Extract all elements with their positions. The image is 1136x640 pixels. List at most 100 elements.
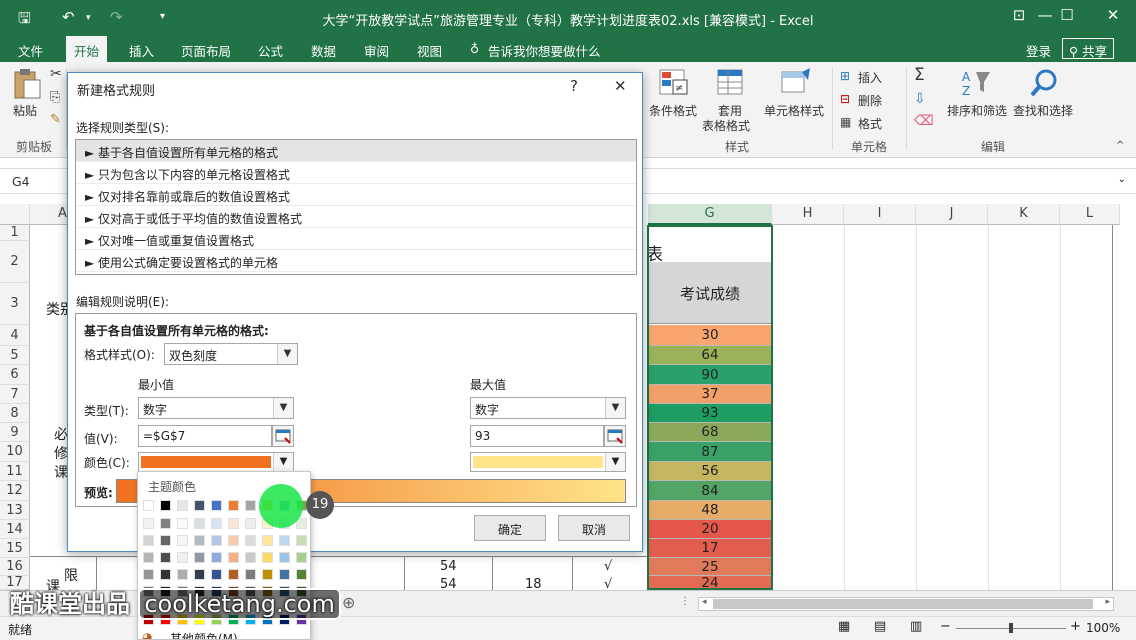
format-cells-icon[interactable]: ▦	[840, 115, 851, 129]
color-swatch[interactable]	[262, 535, 273, 546]
sort-filter-button[interactable]: 排序和筛选	[947, 102, 1007, 119]
row-header[interactable]: 3	[0, 283, 30, 325]
color-swatch[interactable]	[160, 535, 171, 546]
max-type-select[interactable]: 数字 ▼	[470, 397, 626, 419]
row-header[interactable]: 15	[0, 539, 30, 558]
paste-button[interactable]: 粘贴	[13, 102, 37, 119]
color-swatch[interactable]	[177, 518, 188, 529]
color-swatch[interactable]	[143, 535, 154, 546]
scrollbar-thumb[interactable]	[713, 599, 1093, 609]
zoom-in-icon[interactable]: +	[1070, 619, 1081, 634]
column-header-g[interactable]: G	[648, 204, 772, 225]
tab-home[interactable]: 开始	[66, 36, 108, 62]
color-swatch[interactable]	[194, 552, 205, 563]
row-header[interactable]: 4	[0, 325, 30, 346]
share-button[interactable]: ⚲ 共享	[1062, 38, 1115, 59]
conditional-format-icon[interactable]: ≠	[658, 68, 690, 98]
normal-view-icon[interactable]: ▦	[838, 619, 850, 634]
max-value-input[interactable]: 93	[470, 425, 604, 447]
cancel-button[interactable]: 取消	[558, 515, 630, 541]
color-swatch[interactable]	[160, 569, 171, 580]
color-swatch[interactable]	[245, 500, 256, 511]
color-swatch[interactable]	[160, 518, 171, 529]
column-header-l[interactable]: L	[1060, 204, 1120, 225]
add-sheet-icon[interactable]: ⊕	[342, 593, 355, 612]
row-header[interactable]: 5	[0, 346, 30, 365]
zoom-level[interactable]: 100%	[1086, 621, 1120, 635]
delete-cells-icon[interactable]: ⊟	[840, 92, 850, 106]
color-swatch[interactable]	[177, 552, 188, 563]
color-swatch[interactable]	[245, 535, 256, 546]
color-swatch[interactable]	[245, 569, 256, 580]
color-swatch[interactable]	[279, 535, 290, 546]
find-select-icon[interactable]	[1030, 68, 1060, 98]
color-swatch[interactable]	[194, 500, 205, 511]
color-swatch[interactable]	[296, 552, 307, 563]
color-swatch[interactable]	[228, 535, 239, 546]
max-value-ref-button[interactable]	[604, 425, 626, 447]
color-swatch[interactable]	[211, 500, 222, 511]
color-swatch[interactable]	[143, 552, 154, 563]
color-swatch[interactable]	[262, 569, 273, 580]
tab-insert[interactable]: 插入	[129, 41, 154, 60]
row-header[interactable]: 16	[0, 558, 30, 576]
name-box[interactable]: G4	[6, 172, 66, 192]
login-link[interactable]: 登录	[1026, 41, 1051, 60]
restore-button[interactable]: ☐	[1044, 6, 1090, 24]
color-swatch[interactable]	[143, 569, 154, 580]
sheet-options-icon[interactable]: ⋮	[680, 596, 690, 607]
cell-styles-button[interactable]: 单元格样式	[764, 102, 824, 119]
format-as-table-icon[interactable]	[716, 68, 746, 98]
row-header[interactable]: 12	[0, 481, 30, 501]
color-swatch[interactable]	[211, 569, 222, 580]
tab-data[interactable]: 数据	[311, 41, 336, 60]
format-painter-icon[interactable]: ✎	[50, 112, 61, 127]
color-swatch[interactable]	[228, 500, 239, 511]
collapse-ribbon-icon[interactable]: ^	[1116, 140, 1124, 151]
format-as-table-label-2[interactable]: 表格格式	[702, 117, 750, 134]
rule-item-contains[interactable]: ► 只为包含以下内容的单元格设置格式	[76, 162, 636, 184]
scroll-right-icon[interactable]: ▸	[1105, 597, 1110, 607]
color-swatch[interactable]	[262, 552, 273, 563]
close-button[interactable]: ✕	[1090, 6, 1136, 24]
zoom-slider[interactable]	[956, 623, 1066, 633]
row-header[interactable]: 2	[0, 241, 30, 283]
rule-type-list[interactable]: ► 基于各自值设置所有单元格的格式 ► 只为包含以下内容的单元格设置格式 ► 仅…	[75, 139, 637, 275]
column-header-h[interactable]: H	[772, 204, 844, 225]
row-header[interactable]: 13	[0, 501, 30, 520]
chevron-down-icon[interactable]: ▼	[605, 453, 625, 471]
format-cells-button[interactable]: 格式	[858, 115, 882, 132]
tab-file[interactable]: 文件	[18, 41, 43, 60]
cell-d16[interactable]: 54	[440, 559, 457, 574]
tab-review[interactable]: 审阅	[364, 41, 389, 60]
rule-item-formula[interactable]: ► 使用公式确定要设置格式的单元格	[76, 250, 636, 272]
chevron-down-icon[interactable]: ▼	[605, 398, 625, 418]
color-swatch[interactable]	[228, 518, 239, 529]
ok-button[interactable]: 确定	[474, 515, 546, 541]
min-color-select[interactable]: ▼	[138, 452, 294, 472]
row-header[interactable]: 1	[0, 225, 30, 241]
delete-cells-button[interactable]: 删除	[858, 92, 882, 109]
cell-f17[interactable]: √	[604, 577, 612, 590]
color-swatch[interactable]	[194, 569, 205, 580]
copy-icon[interactable]: ⎘	[50, 90, 60, 105]
chevron-down-icon[interactable]: ▼	[277, 344, 297, 364]
color-swatch[interactable]	[245, 552, 256, 563]
tab-view[interactable]: 视图	[417, 41, 442, 60]
min-type-select[interactable]: 数字 ▼	[138, 397, 294, 419]
rule-item-unique-duplicate[interactable]: ► 仅对唯一值或重复值设置格式	[76, 228, 636, 250]
row-header[interactable]: 9	[0, 423, 30, 442]
rule-item-above-below-average[interactable]: ► 仅对高于或低于平均值的数值设置格式	[76, 206, 636, 228]
paste-icon[interactable]	[12, 68, 42, 100]
max-color-select[interactable]: ▼	[470, 452, 626, 472]
color-swatch[interactable]	[228, 552, 239, 563]
color-swatch[interactable]	[211, 518, 222, 529]
column-header-k[interactable]: K	[988, 204, 1060, 225]
tell-me-input[interactable]: 告诉我你想要做什么	[488, 41, 601, 60]
select-all-corner[interactable]	[0, 204, 30, 225]
dialog-close-button[interactable]: ✕	[614, 77, 627, 95]
scroll-left-icon[interactable]: ◂	[702, 597, 707, 607]
row-header[interactable]: 7	[0, 385, 30, 404]
color-swatch[interactable]	[245, 518, 256, 529]
chevron-down-icon[interactable]: ▼	[273, 398, 293, 418]
